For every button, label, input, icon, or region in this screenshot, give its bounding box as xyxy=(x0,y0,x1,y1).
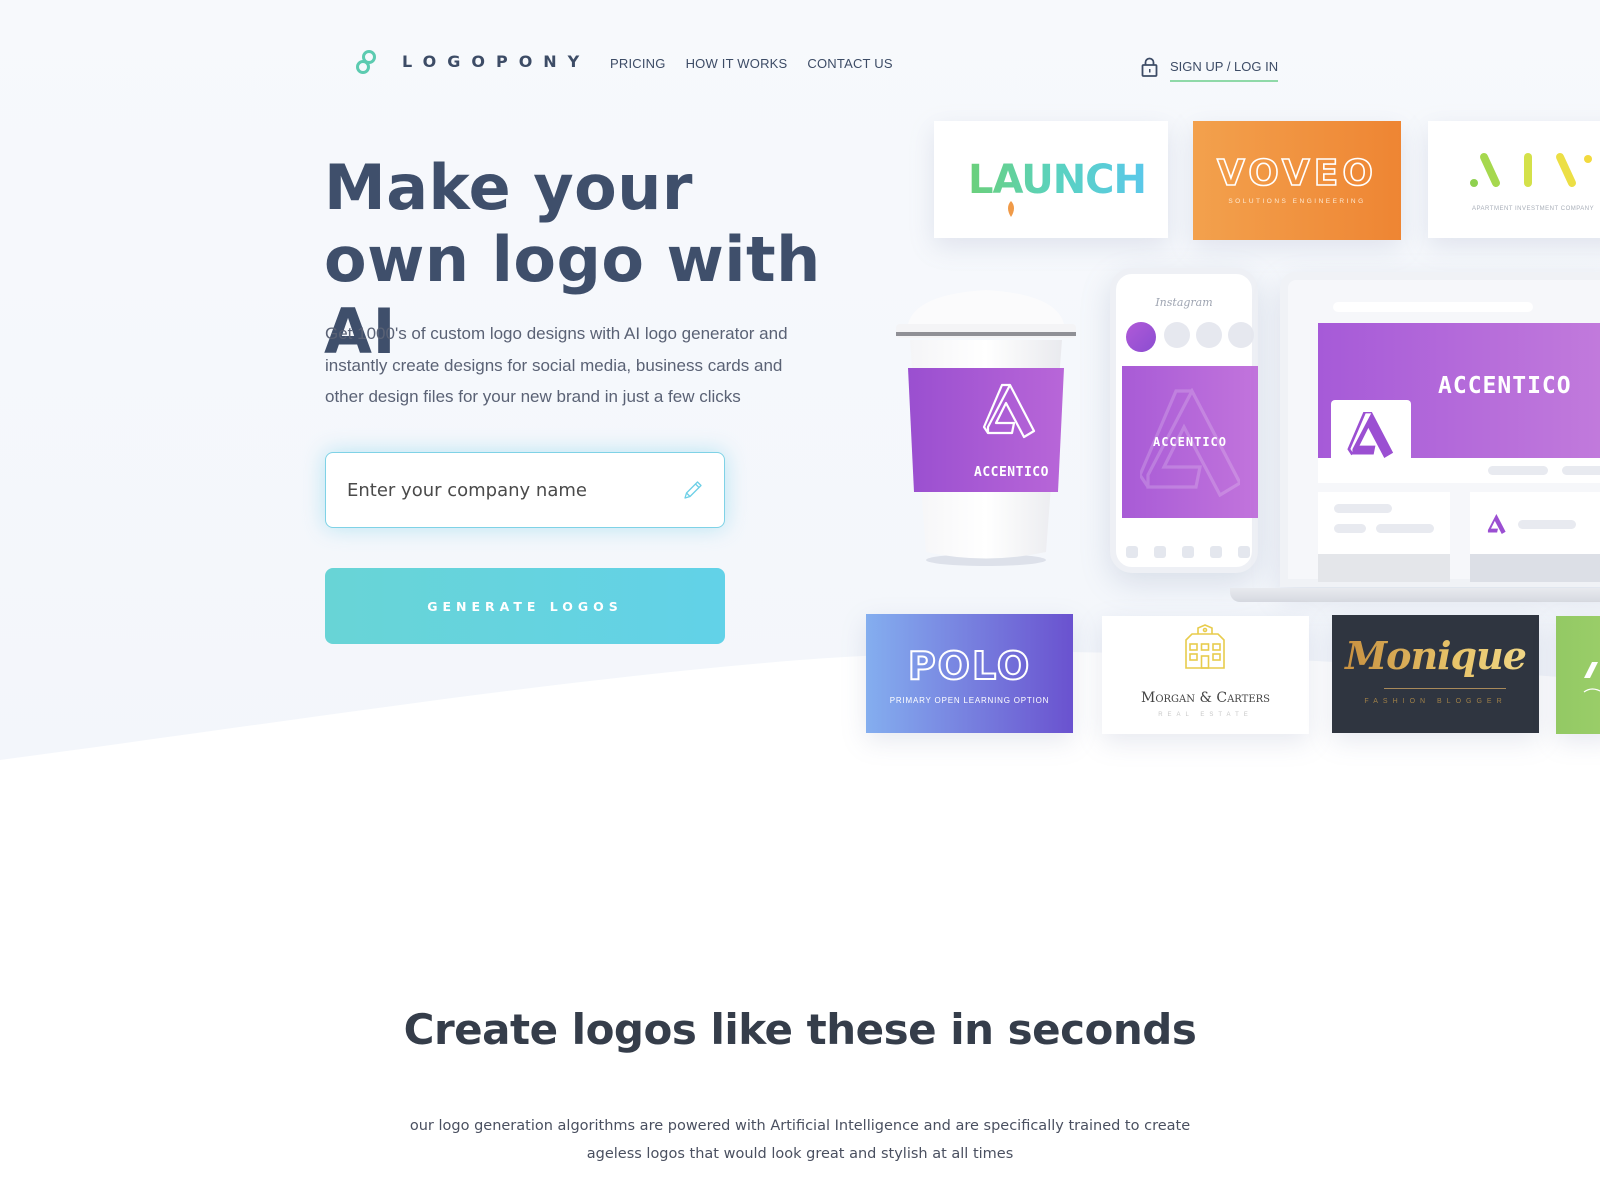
phone-tab-bar xyxy=(1126,546,1250,558)
nav-link-how-it-works[interactable]: HOW IT WORKS xyxy=(686,56,788,71)
main-menu: PRICING HOW IT WORKS CONTACT US xyxy=(610,56,893,71)
logo-voveo-wordmark: VOVEO xyxy=(1216,152,1377,195)
logo-aiv-mark xyxy=(1470,153,1592,187)
logo-polo-tagline: PRIMARY OPEN LEARNING OPTION xyxy=(889,696,1050,705)
logo-link-icon xyxy=(356,50,376,74)
laptop-address-bar xyxy=(1333,302,1533,312)
nav-link-contact-us[interactable]: CONTACT US xyxy=(807,56,892,71)
phone-story-placeholder xyxy=(1228,322,1254,348)
phone-story-placeholder xyxy=(1164,322,1190,348)
company-name-input[interactable] xyxy=(326,453,682,527)
phone-post-brand: ACCENTICO xyxy=(1152,435,1228,449)
logo-monique-tagline: FASHION BLOGGER xyxy=(1364,698,1507,705)
logo-card-partial xyxy=(1556,616,1600,734)
phone-post-image: ACCENTICO xyxy=(1122,366,1258,518)
laptop-profile-row xyxy=(1318,458,1600,483)
logo-morgan-wordmark: Morgan & Carters xyxy=(1140,690,1271,706)
accentico-a-icon xyxy=(1347,412,1394,458)
laptop-post-panel xyxy=(1470,492,1600,582)
brand-name: LOGOPONY xyxy=(402,52,591,71)
coffee-cup-mockup xyxy=(896,290,1076,566)
phone-mockup: Instagram ACCENTICO xyxy=(1110,268,1258,573)
logo-card-launch: LAUNCH xyxy=(934,121,1168,238)
nav-link-pricing[interactable]: PRICING xyxy=(610,56,666,71)
phone-profile-avatar xyxy=(1126,322,1156,352)
logo-card-polo: POLO PRIMARY OPEN LEARNING OPTION xyxy=(866,614,1073,733)
phone-app-name: Instagram xyxy=(1155,296,1213,309)
logo-card-morgan-carters: Morgan & Carters REAL ESTATE xyxy=(1102,616,1309,734)
laptop-mockup: ACCENTICO xyxy=(1280,272,1600,587)
signup-login-link[interactable]: SIGN UP / LOG IN xyxy=(1141,51,1279,82)
section-title: Create logos like these in seconds xyxy=(403,1005,1197,1054)
logo-launch-wordmark: LAUNCH xyxy=(968,157,1147,203)
house-icon xyxy=(1185,624,1225,669)
top-navigation: LOGOPONY PRICING HOW IT WORKS CONTACT US… xyxy=(0,0,1600,120)
logo-aiv-tagline: APARTMENT INVESTMENT COMPANY xyxy=(1472,206,1595,212)
logo-monique-wordmark: Monique xyxy=(1332,633,1539,678)
signup-login-label: SIGN UP / LOG IN xyxy=(1170,59,1279,82)
laptop-profile-picture xyxy=(1331,400,1411,458)
hero-description: Get 1000's of custom logo designs with A… xyxy=(325,324,788,406)
laptop-post-panel xyxy=(1318,492,1450,582)
lock-icon xyxy=(1141,57,1158,77)
logo-card-aiv: APARTMENT INVESTMENT COMPANY xyxy=(1428,121,1600,238)
laptop-banner-brand: ACCENTICO xyxy=(1438,373,1572,399)
logo-morgan-tagline: REAL ESTATE xyxy=(1158,712,1253,718)
logo-polo-wordmark: POLO xyxy=(907,643,1032,689)
logo-card-voveo: VOVEO SOLUTIONS ENGINEERING xyxy=(1193,121,1401,240)
logo-partial-mark xyxy=(1583,662,1600,693)
pencil-icon[interactable] xyxy=(682,479,704,501)
logo-card-monique: Monique FASHION BLOGGER xyxy=(1332,615,1539,733)
rocket-flame-icon xyxy=(1008,201,1014,217)
generate-logos-button[interactable]: GENERATE LOGOS xyxy=(325,568,725,644)
phone-story-placeholder xyxy=(1196,322,1222,348)
brand-logo-link[interactable]: LOGOPONY xyxy=(354,49,579,75)
laptop-base xyxy=(1230,588,1600,602)
logo-voveo-tagline: SOLUTIONS ENGINEERING xyxy=(1228,198,1366,205)
section-description: our logo generation algorithms are power… xyxy=(409,1118,1191,1162)
company-name-field xyxy=(325,452,725,528)
accentico-a-icon xyxy=(1487,514,1506,534)
logo-monique-underline xyxy=(1384,688,1506,689)
cup-brand-label: ACCENTICO xyxy=(974,465,1049,480)
